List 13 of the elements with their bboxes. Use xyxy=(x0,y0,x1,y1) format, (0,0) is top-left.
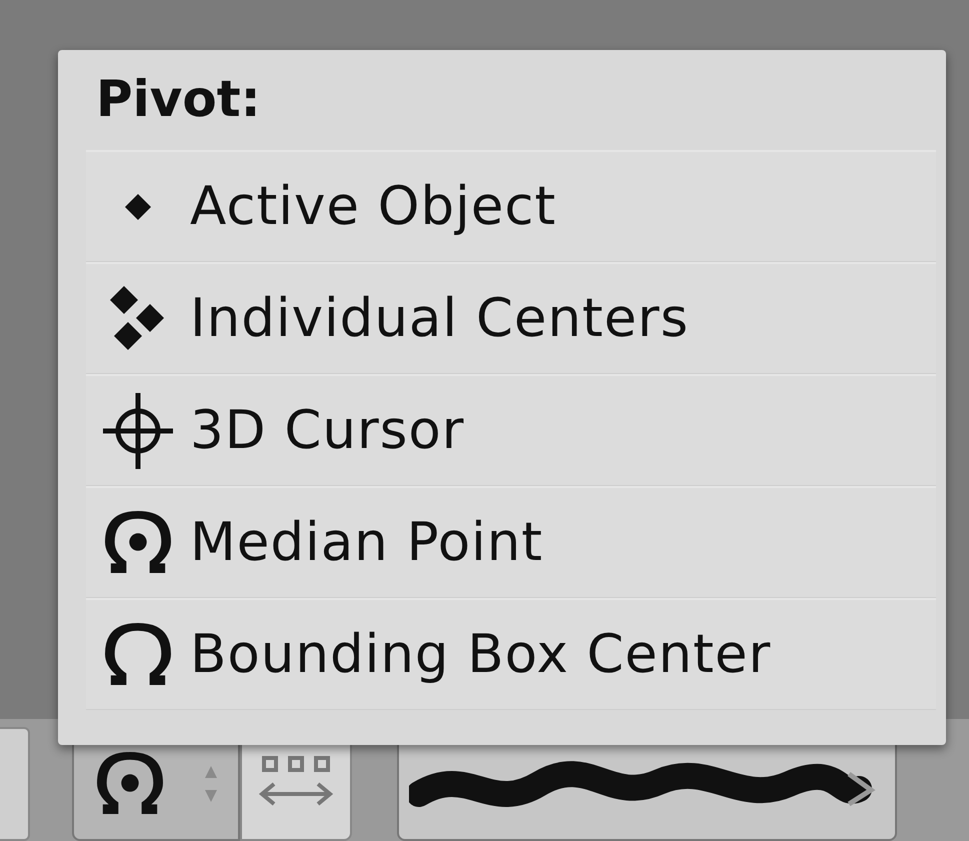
omega-icon xyxy=(104,510,172,574)
omega-icon xyxy=(104,622,172,686)
crosshair-icon xyxy=(103,390,173,470)
menu-item[interactable]: Active Object xyxy=(86,150,936,262)
menu-item[interactable]: 3D Cursor xyxy=(86,374,936,486)
diamonds-icon xyxy=(110,286,166,352)
menu-item[interactable]: Median Point xyxy=(86,486,936,598)
menu-item[interactable]: Bounding Box Center xyxy=(86,598,936,710)
menu-title: Pivot: xyxy=(96,74,262,124)
menu-item[interactable]: Individual Centers xyxy=(86,262,936,374)
updown-icon xyxy=(204,764,218,804)
diamond-icon xyxy=(123,192,153,222)
omega-icon xyxy=(96,752,164,816)
